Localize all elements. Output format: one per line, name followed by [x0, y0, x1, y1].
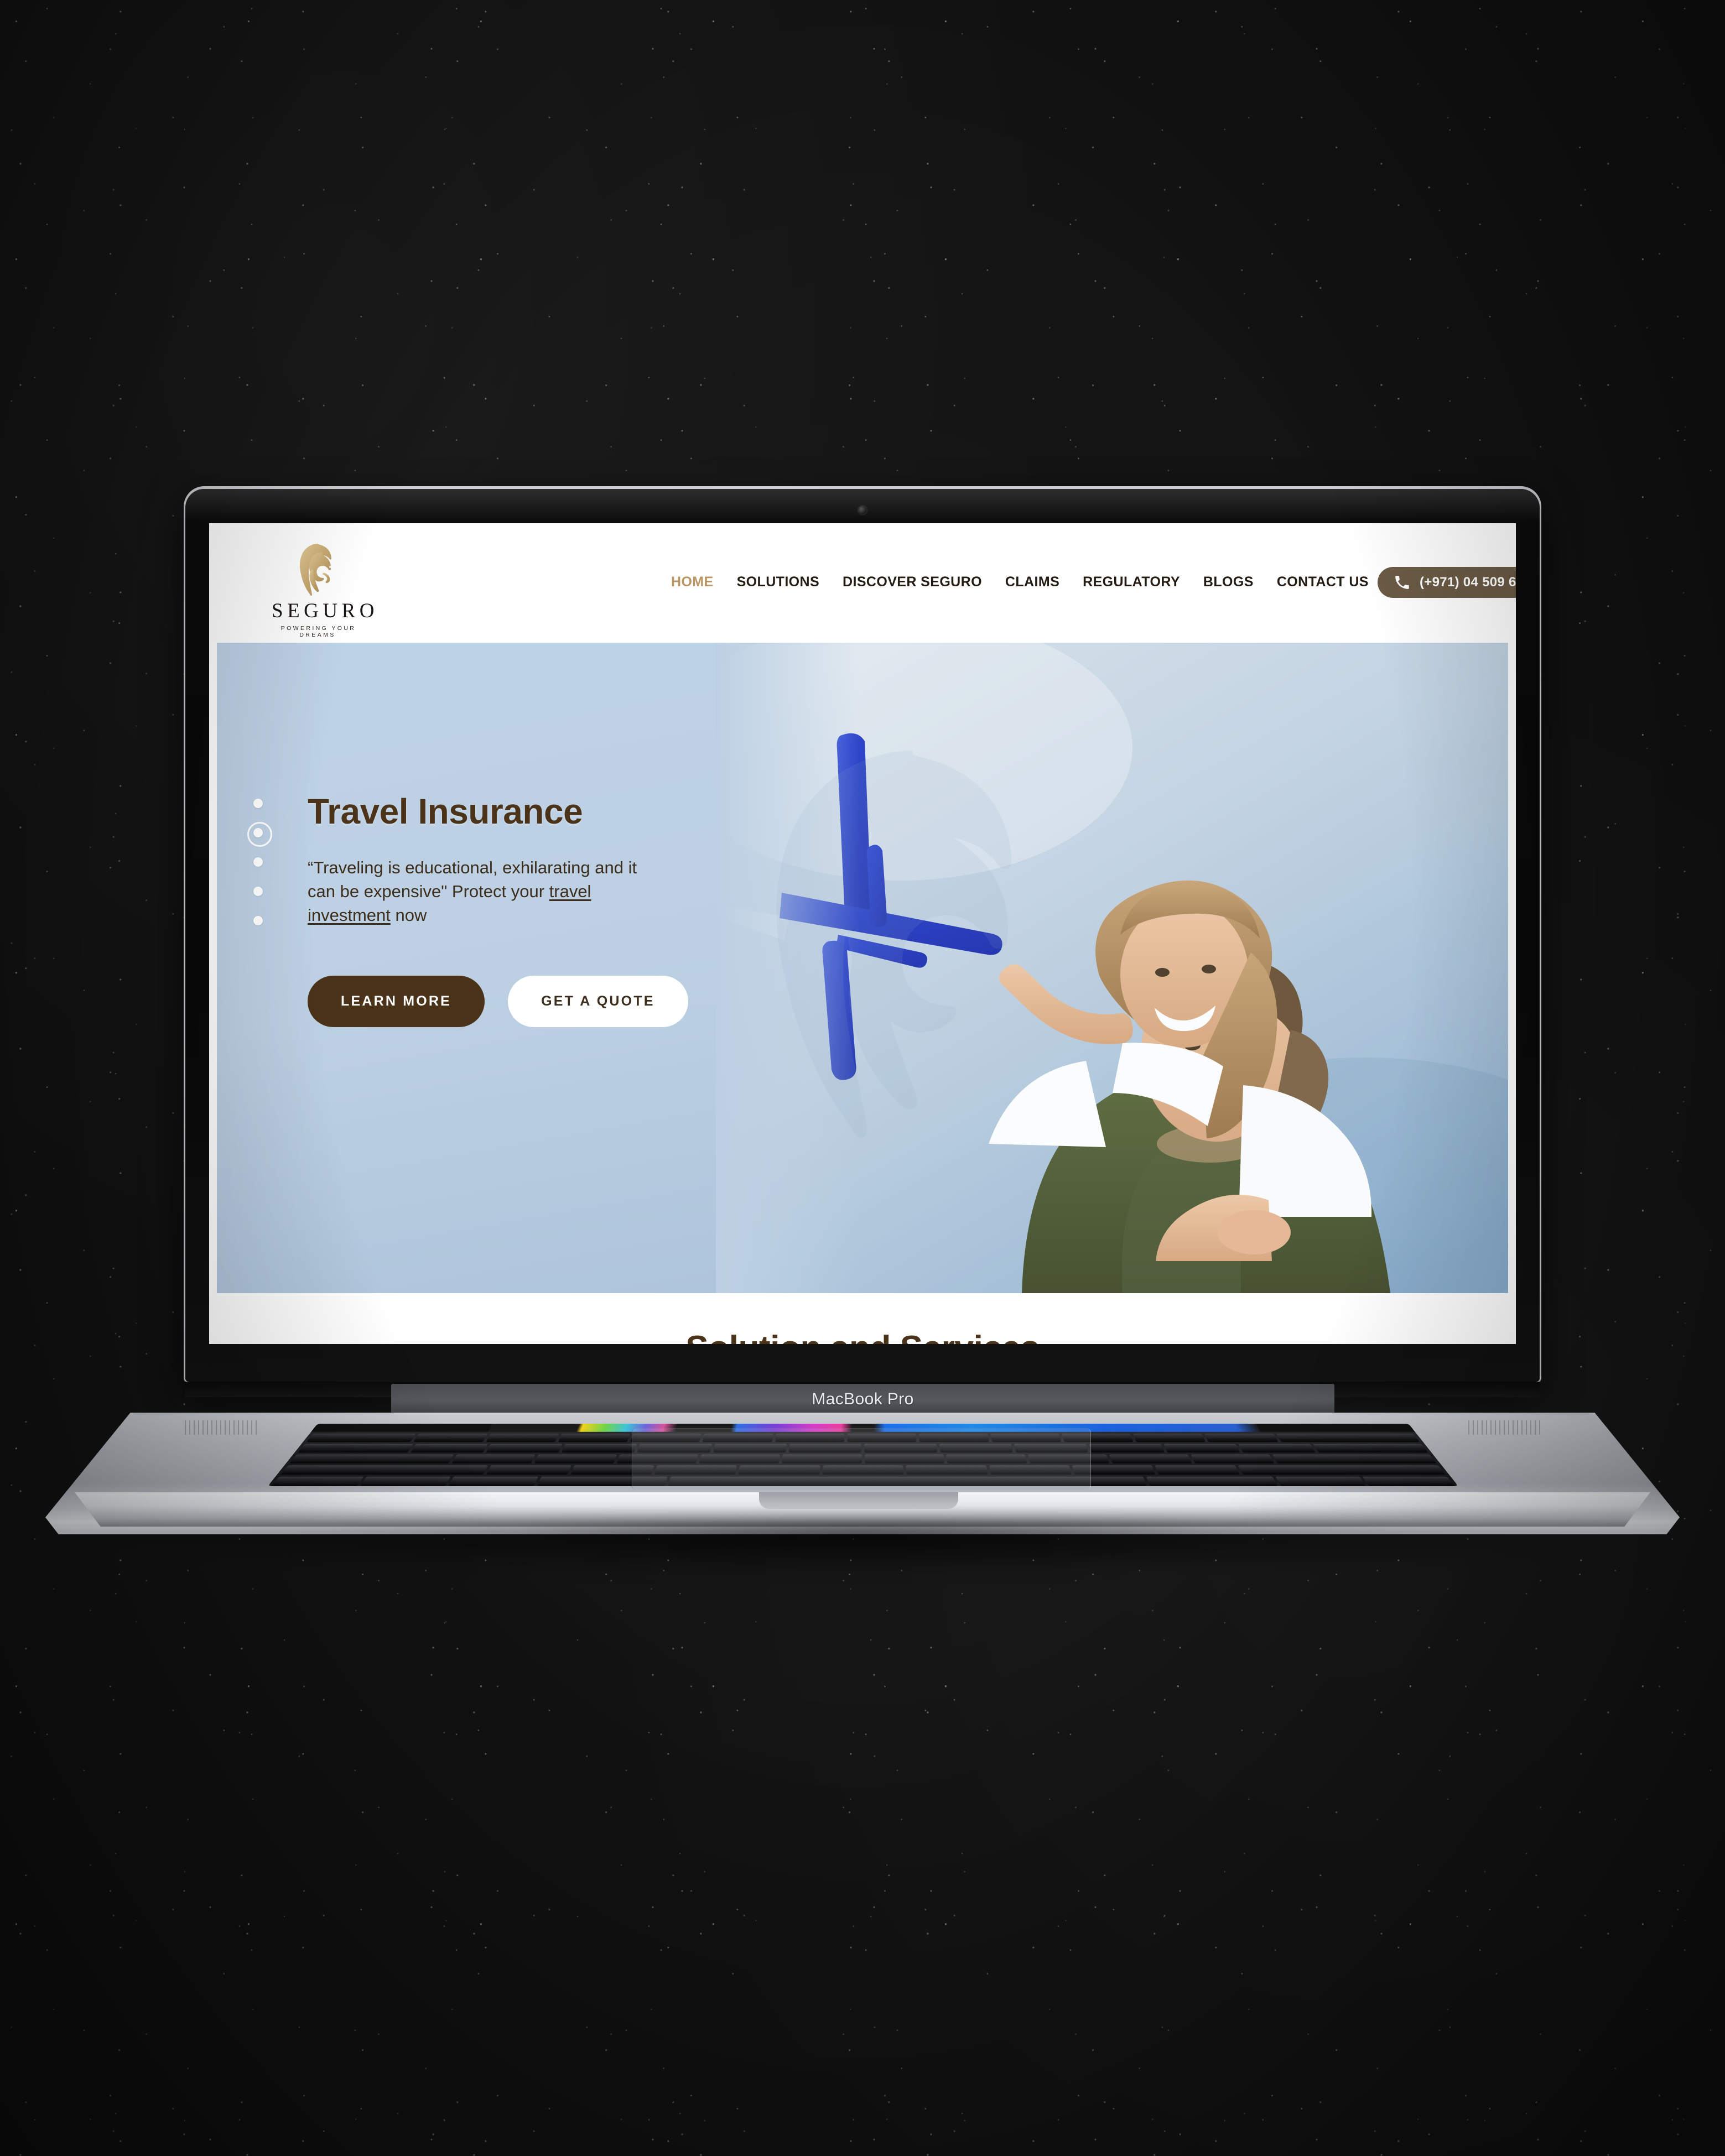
hero-section: Travel Insurance “Traveling is education… [217, 643, 1508, 1293]
speaker-grille-right [1468, 1420, 1540, 1435]
solutions-services-title: Solution and Services [209, 1329, 1516, 1344]
key[interactable] [534, 1454, 617, 1464]
trackpad[interactable] [632, 1428, 1091, 1490]
hero-title: Travel Insurance [308, 791, 583, 831]
key[interactable] [306, 1434, 416, 1442]
laptop-lid: SEGURO POWERING YOUR DREAMS HOME SOLUTIO… [185, 489, 1540, 1382]
backdrop: SEGURO POWERING YOUR DREAMS HOME SOLUTIO… [0, 0, 1725, 2156]
key[interactable] [562, 1444, 637, 1453]
browser-viewport: SEGURO POWERING YOUR DREAMS HOME SOLUTIO… [209, 523, 1516, 1344]
key-option-left[interactable] [448, 1476, 538, 1487]
phone-number-label: (+971) 04 509 6900 [1420, 575, 1516, 590]
key[interactable] [1133, 1434, 1206, 1442]
key[interactable] [1109, 1454, 1192, 1464]
site-header: SEGURO POWERING YOUR DREAMS HOME SOLUTIO… [209, 523, 1516, 643]
macbook-pro-mockup: SEGURO POWERING YOUR DREAMS HOME SOLUTIO… [45, 489, 1680, 1572]
hero-content: Travel Insurance “Traveling is education… [308, 791, 695, 1028]
lid-shine [185, 489, 1540, 522]
key[interactable] [558, 1434, 631, 1442]
webcam-icon [858, 506, 867, 514]
key-command-right[interactable] [1146, 1476, 1278, 1487]
key-option-right[interactable] [1275, 1476, 1367, 1487]
key[interactable] [410, 1444, 488, 1453]
phone-icon [1395, 576, 1409, 589]
lion-head-icon [299, 544, 331, 596]
key-control[interactable] [360, 1476, 451, 1487]
carousel-dot-5[interactable] [253, 916, 263, 925]
nav-item-solutions[interactable]: SOLUTIONS [737, 574, 819, 590]
laptop-shadow [79, 1519, 1646, 1572]
key[interactable] [1238, 1444, 1316, 1453]
speaker-grille-left [185, 1420, 257, 1435]
nav-item-blogs[interactable]: BLOGS [1203, 574, 1254, 590]
key-caps-lock[interactable] [289, 1454, 454, 1464]
carousel-dot-4[interactable] [253, 887, 263, 896]
key-shift-right[interactable] [1238, 1465, 1446, 1475]
nav-item-discover-seguro[interactable]: DISCOVER SEGURO [843, 574, 982, 590]
phone-button[interactable]: (+971) 04 509 6900 [1378, 567, 1516, 598]
nav-item-contact-us[interactable]: CONTACT US [1277, 574, 1369, 590]
learn-more-button[interactable]: LEARN MORE [308, 976, 485, 1028]
key[interactable] [298, 1444, 413, 1453]
hero-carousel-dots [247, 799, 272, 925]
key[interactable] [1204, 1434, 1279, 1442]
nav-item-claims[interactable]: CLAIMS [1005, 574, 1059, 590]
logo-wordmark: SEGURO [272, 600, 379, 622]
logo-tagline: POWERING YOUR DREAMS [280, 625, 356, 638]
key[interactable] [451, 1454, 536, 1464]
key-shift-left[interactable] [280, 1465, 489, 1475]
device-model-label: MacBook Pro [812, 1390, 914, 1408]
site-logo[interactable]: SEGURO POWERING YOUR DREAMS [268, 542, 379, 638]
key[interactable] [486, 1465, 571, 1475]
key[interactable] [1155, 1465, 1240, 1475]
key-arrows[interactable] [1363, 1476, 1455, 1487]
nav-item-home[interactable]: HOME [671, 574, 714, 590]
carousel-dot-3[interactable] [253, 857, 263, 867]
hero-image [716, 643, 1508, 1293]
hero-subtitle: “Traveling is educational, exhilarating … [308, 856, 662, 927]
carousel-dot-2-active[interactable] [247, 822, 272, 847]
hero-get-a-quote-button[interactable]: GET A QUOTE [508, 976, 688, 1028]
key[interactable] [1276, 1434, 1420, 1442]
hero-cta-group: LEARN MORE GET A QUOTE [308, 976, 695, 1028]
key[interactable] [413, 1434, 487, 1442]
hero-subtitle-part2: now [390, 905, 427, 925]
key[interactable] [485, 1434, 559, 1442]
key-return[interactable] [1272, 1454, 1437, 1464]
main-navigation: HOME SOLUTIONS DISCOVER SEGURO CLAIMS RE… [671, 574, 1369, 590]
solutions-services-section: Solution and Services [209, 1293, 1516, 1344]
hero-image-fade [716, 643, 860, 1293]
nav-item-regulatory[interactable]: REGULATORY [1083, 574, 1180, 590]
key[interactable] [1089, 1444, 1165, 1453]
laptop-hinge-bar: MacBook Pro [391, 1384, 1334, 1415]
carousel-dot-1[interactable] [253, 799, 263, 808]
key[interactable] [1191, 1454, 1275, 1464]
key[interactable] [486, 1444, 563, 1453]
header-actions: (+971) 04 509 6900 GET A QUOTE [1378, 566, 1516, 598]
key[interactable] [1163, 1444, 1240, 1453]
laptop-open-notch [759, 1492, 958, 1509]
key-fn[interactable] [271, 1476, 363, 1487]
key[interactable] [1313, 1444, 1428, 1453]
